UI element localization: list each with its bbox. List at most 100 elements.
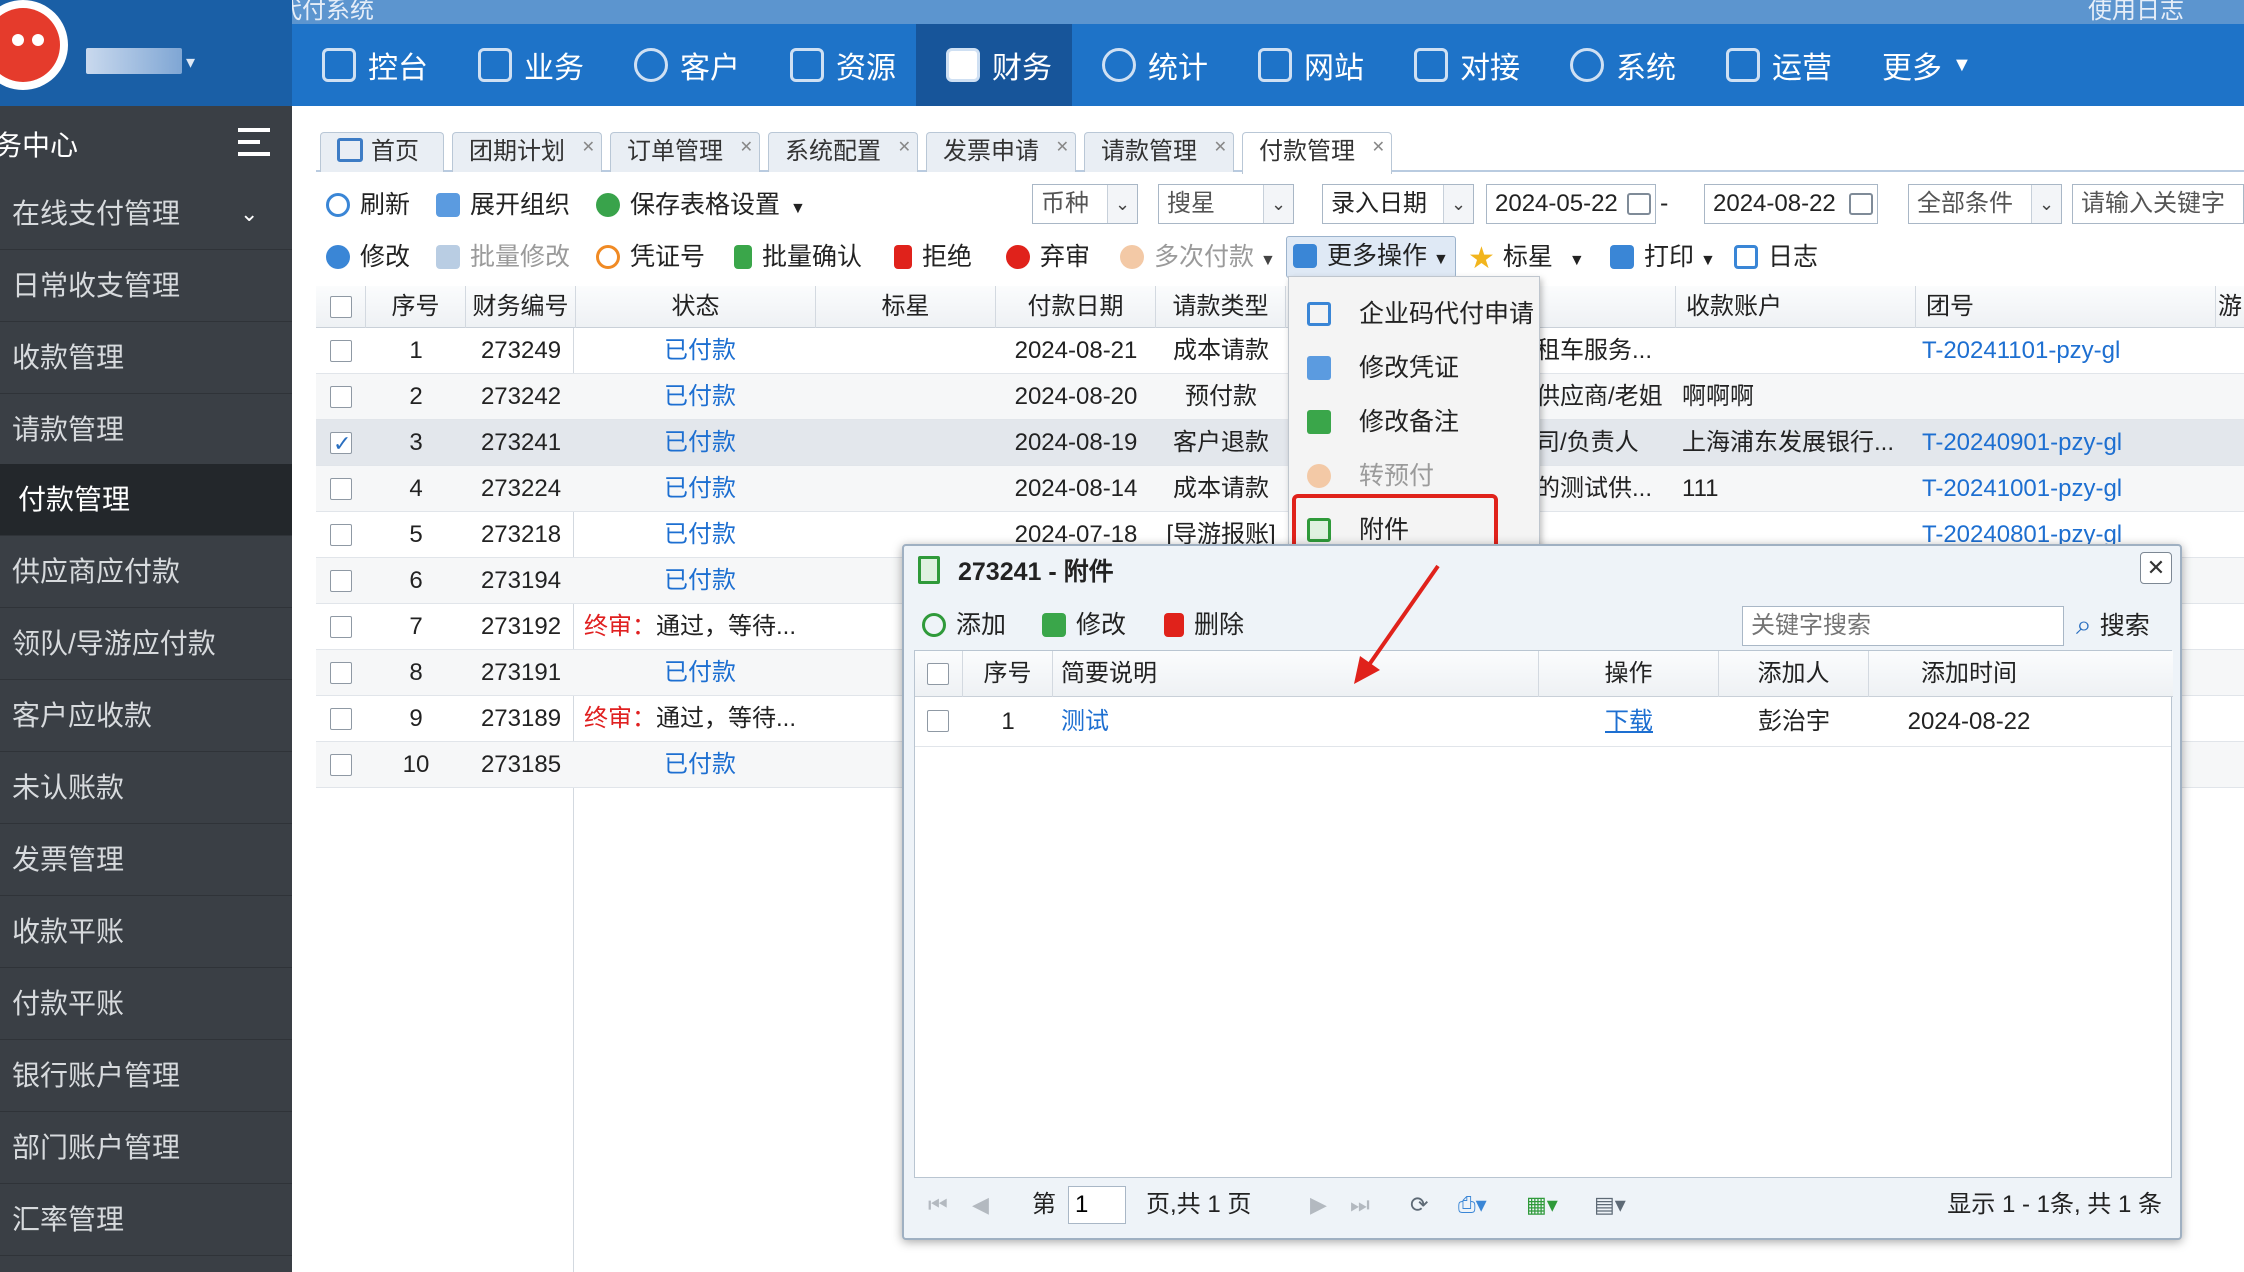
refresh-button[interactable]: 刷新	[326, 186, 410, 224]
sidebar-item-online-payment[interactable]: 在线支付管理 ⌄	[0, 178, 292, 250]
log-button[interactable]: 日志	[1734, 238, 1818, 276]
attachment-description[interactable]: 测试	[1061, 697, 1531, 747]
sidebar-item-guide-payable[interactable]: 领队/导游应付款	[0, 608, 292, 680]
row-checkbox[interactable]	[330, 616, 352, 638]
close-icon[interactable]: ✕	[1214, 129, 1227, 167]
sidebar-item-payments[interactable]: 付款管理	[0, 464, 292, 536]
star-button[interactable]: ★ 标星 ▼	[1468, 238, 1585, 276]
col-star[interactable]: 标星	[816, 286, 996, 328]
row-checkbox[interactable]	[330, 524, 352, 546]
nav-more[interactable]: 更多 ▼	[1852, 24, 1992, 106]
date-type-select[interactable]: 录入日期 ⌄	[1322, 184, 1474, 224]
sidebar-item-customer-receivable[interactable]: 客户应收款	[0, 680, 292, 752]
sidebar-item-payment-balance[interactable]: 付款平账	[0, 968, 292, 1040]
row-tour-no[interactable]: T-20241101-pzy-gl	[1922, 328, 2212, 374]
columns-icon[interactable]: ▤▾	[1594, 1194, 1626, 1216]
usage-log-link[interactable]: 使用日志	[2088, 0, 2184, 25]
nav-operations[interactable]: 运营	[1696, 24, 1852, 106]
add-attachment-button[interactable]: 添加	[922, 606, 1006, 644]
date-to-input[interactable]: 2024-08-22	[1704, 184, 1878, 224]
col-finance-no[interactable]: 财务编号	[466, 286, 576, 328]
nav-business[interactable]: 业务	[448, 24, 604, 106]
last-page-icon[interactable]: ⏭	[1350, 1194, 1370, 1216]
tab-payment-management[interactable]: 付款管理 ✕	[1242, 132, 1392, 174]
menu-item-edit-voucher[interactable]: 修改凭证	[1289, 341, 1541, 395]
nav-website[interactable]: 网站	[1228, 24, 1384, 106]
printer-icon[interactable]: ⎙▾	[1458, 1194, 1487, 1216]
row-checkbox[interactable]	[330, 340, 352, 362]
row-checkbox[interactable]	[927, 710, 949, 732]
sidebar-item-supplier-payable[interactable]: 供应商应付款	[0, 536, 292, 608]
search-button[interactable]: ⌕ 搜索	[2076, 606, 2150, 644]
menu-item-edit-note[interactable]: 修改备注	[1289, 395, 1541, 449]
sidebar-item-dept-accounts[interactable]: 部门账户管理	[0, 1112, 292, 1184]
tab-invoice-request[interactable]: 发票申请 ✕	[926, 132, 1076, 172]
sidebar-item-exchange-rates[interactable]: 汇率管理	[0, 1184, 292, 1256]
batch-confirm-button[interactable]: 批量确认	[734, 238, 862, 276]
close-icon[interactable]: ✕	[582, 129, 595, 167]
nav-system[interactable]: 系统	[1540, 24, 1696, 106]
refresh-icon[interactable]: ⟳	[1410, 1194, 1428, 1216]
table-row[interactable]: 4 273224 已付款 2024-08-14 成本请款 的测试供... 111 T-2024…	[316, 466, 2244, 512]
col-pay-date[interactable]: 付款日期	[996, 286, 1156, 328]
save-grid-settings-button[interactable]: 保存表格设置 ▼	[596, 186, 806, 224]
edit-button[interactable]: 修改	[326, 238, 410, 276]
close-icon[interactable]: ✕	[1372, 129, 1385, 167]
col-added-by[interactable]: 添加人	[1719, 651, 1869, 697]
expand-org-button[interactable]: 展开组织	[436, 186, 570, 224]
col-account[interactable]: 收款账户	[1676, 286, 1916, 328]
sidebar-item-daily-income[interactable]: 日常收支管理	[0, 250, 292, 322]
keyword-input[interactable]: 请输入关键字	[2072, 184, 2244, 224]
user-menu-caret-icon[interactable]: ▾	[186, 52, 195, 73]
row-checkbox[interactable]	[330, 478, 352, 500]
close-icon[interactable]: ✕	[898, 129, 911, 167]
tab-sys-config[interactable]: 系统配置 ✕	[768, 132, 918, 172]
prev-page-icon[interactable]: ◀	[972, 1194, 989, 1216]
username[interactable]: ****	[86, 48, 182, 74]
tab-home[interactable]: 首页	[320, 132, 444, 172]
menu-collapse-icon[interactable]	[238, 128, 270, 156]
row-tour-no[interactable]	[1922, 374, 2212, 420]
menu-item-enterprise-pay-request[interactable]: 企业码代付申请	[1289, 287, 1541, 341]
multi-payment-button[interactable]: 多次付款 ▼	[1120, 238, 1276, 276]
table-row[interactable]: 3 273241 已付款 2024-08-19 客户退款 司/负责人 上海浦东发展银行...…	[316, 420, 2244, 467]
nav-resource[interactable]: 资源	[760, 24, 916, 106]
col-status[interactable]: 状态	[576, 286, 816, 328]
nav-console[interactable]: 控台	[292, 24, 448, 106]
nav-finance[interactable]: 财务	[916, 24, 1072, 106]
nav-integration[interactable]: 对接	[1384, 24, 1540, 106]
col-request-type[interactable]: 请款类型	[1156, 286, 1286, 328]
nav-stats[interactable]: 统计	[1072, 24, 1228, 106]
voucher-number-button[interactable]: 凭证号	[596, 238, 705, 276]
more-operations-button[interactable]: 更多操作 ▼	[1286, 236, 1456, 278]
search-star-select[interactable]: 搜星 ⌄	[1158, 184, 1294, 224]
sidebar-item-unclaimed[interactable]: 未认账款	[0, 752, 292, 824]
row-checkbox[interactable]	[330, 570, 352, 592]
sidebar-item-receipts[interactable]: 收款管理	[0, 322, 292, 394]
excel-icon[interactable]: ▦▾	[1526, 1194, 1558, 1216]
row-checkbox[interactable]	[330, 386, 352, 408]
row-tour-no[interactable]: T-20240901-pzy-gl	[1922, 420, 2212, 466]
batch-edit-button[interactable]: 批量修改	[436, 238, 570, 276]
col-seq[interactable]: 序号	[366, 286, 466, 328]
print-button[interactable]: 打印 ▼	[1610, 238, 1716, 276]
select-all-checkbox[interactable]	[330, 296, 352, 318]
row-tour-no[interactable]: T-20241001-pzy-gl	[1922, 466, 2212, 512]
close-icon[interactable]: ✕	[740, 129, 753, 167]
tab-tour-plan[interactable]: 团期计划 ✕	[452, 132, 602, 172]
next-page-icon[interactable]: ▶	[1310, 1194, 1327, 1216]
delete-attachment-button[interactable]: 删除	[1164, 606, 1244, 644]
reject-button[interactable]: 拒绝	[894, 238, 972, 276]
row-checkbox[interactable]	[330, 662, 352, 684]
col-added-time[interactable]: 添加时间	[1869, 651, 2069, 697]
select-all-checkbox[interactable]	[927, 663, 949, 685]
col-guide[interactable]: 游	[2216, 286, 2244, 328]
row-checkbox[interactable]	[330, 754, 352, 776]
table-row[interactable]: 1 273249 已付款 2024-08-21 成本请款 租车服务... T-2024110…	[316, 328, 2244, 374]
col-description[interactable]: 简要说明	[1053, 651, 1539, 697]
sidebar-item-receipt-balance[interactable]: 收款平账	[0, 896, 292, 968]
sidebar-item-bank-accounts[interactable]: 银行账户管理	[0, 1040, 292, 1112]
row-checkbox[interactable]	[330, 708, 352, 730]
sidebar-item-invoices[interactable]: 发票管理	[0, 824, 292, 896]
edit-attachment-button[interactable]: 修改	[1042, 606, 1126, 644]
